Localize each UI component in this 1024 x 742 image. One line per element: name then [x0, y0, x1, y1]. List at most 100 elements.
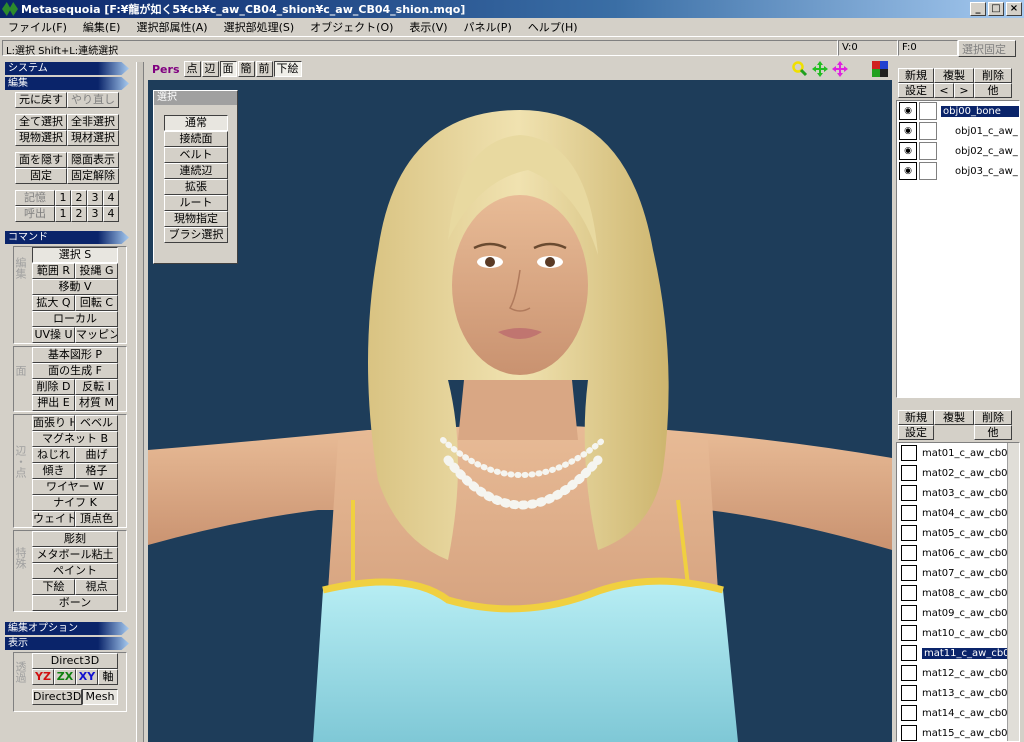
magnet-tool-button[interactable]: マグネット B	[32, 431, 118, 447]
select-mode-normal[interactable]: 通常	[164, 115, 228, 131]
lock-selection-button[interactable]: 選択固定	[958, 39, 1016, 57]
fix-button[interactable]: 固定	[15, 168, 67, 184]
selection-palette-title[interactable]: 選択	[154, 91, 237, 105]
menu-view[interactable]: 表示(V)	[401, 19, 455, 35]
material-visible-checkbox[interactable]	[901, 705, 917, 721]
visibility-eye-icon[interactable]: ◉	[899, 102, 917, 120]
lock-checkbox[interactable]	[919, 122, 937, 140]
scale-tool-button[interactable]: 拡大 Q	[32, 295, 75, 311]
object-row[interactable]: ◉ obj03_c_aw_	[897, 161, 1019, 181]
redo-button[interactable]: やり直し	[67, 92, 119, 108]
direct3d-mode-button[interactable]: Direct3D	[32, 689, 82, 705]
memory-button[interactable]: 記憶	[15, 190, 55, 206]
3d-viewport[interactable]	[148, 80, 892, 742]
recall-button[interactable]: 呼出	[15, 206, 55, 222]
lattice-tool-button[interactable]: 格子	[75, 463, 118, 479]
object-row[interactable]: ◉ obj00_bone	[897, 101, 1019, 121]
zoom-icon[interactable]	[792, 61, 808, 77]
material-row[interactable]: mat06_c_aw_cb0	[897, 543, 1019, 563]
material-other-button[interactable]: 他	[974, 425, 1012, 440]
material-visible-checkbox[interactable]	[901, 505, 917, 521]
material-row[interactable]: mat03_c_aw_cb0	[897, 483, 1019, 503]
memory-slot-4[interactable]: 4	[103, 190, 119, 206]
projection-mode[interactable]: Pers	[152, 63, 180, 76]
select-current-object-button[interactable]: 現物選択	[15, 130, 67, 146]
material-delete-button[interactable]: 削除	[974, 410, 1012, 425]
recall-slot-4[interactable]: 4	[103, 206, 119, 222]
material-visible-checkbox[interactable]	[901, 645, 917, 661]
material-row[interactable]: mat15_c_aw_cb0	[897, 723, 1019, 741]
material-tool-button[interactable]: 材質 M	[75, 395, 118, 411]
mesh-button[interactable]: Mesh	[82, 689, 118, 705]
section-display[interactable]: 表示	[5, 637, 129, 650]
menu-file[interactable]: ファイル(F)	[0, 19, 75, 35]
lasso-tool-button[interactable]: 投縄 G	[75, 263, 118, 279]
viewpoint-tool-button[interactable]: 視点	[75, 579, 118, 595]
lock-checkbox[interactable]	[919, 162, 937, 180]
close-button[interactable]: ×	[1006, 2, 1022, 16]
flip-tool-button[interactable]: 反転 I	[75, 379, 118, 395]
select-mode-continuous-edge[interactable]: 連続辺	[164, 163, 228, 179]
select-tool-button[interactable]: 選択 S	[32, 247, 118, 263]
material-row[interactable]: mat08_c_aw_cb0	[897, 583, 1019, 603]
menu-select-attr[interactable]: 選択部属性(A)	[128, 19, 215, 35]
show-faces-button[interactable]: 面	[219, 61, 237, 77]
material-visible-checkbox[interactable]	[901, 585, 917, 601]
material-row[interactable]: mat13_c_aw_cb0	[897, 683, 1019, 703]
menu-panel[interactable]: パネル(P)	[456, 19, 520, 35]
material-visible-checkbox[interactable]	[901, 665, 917, 681]
face-stretch-tool-button[interactable]: 面張り H	[32, 415, 75, 431]
paint-tool-button[interactable]: ペイント	[32, 563, 118, 579]
lock-checkbox[interactable]	[919, 102, 937, 120]
material-copy-button[interactable]: 複製	[934, 410, 974, 425]
simple-display-button[interactable]: 簡	[237, 61, 255, 77]
tilt-tool-button[interactable]: 傾き	[32, 463, 75, 479]
material-visible-checkbox[interactable]	[901, 625, 917, 641]
material-row[interactable]: mat12_c_aw_cb0	[897, 663, 1019, 683]
material-row[interactable]: mat09_c_aw_cb0	[897, 603, 1019, 623]
hide-faces-button[interactable]: 面を隠す	[15, 152, 67, 168]
material-visible-checkbox[interactable]	[901, 465, 917, 481]
wire-tool-button[interactable]: ワイヤー W	[32, 479, 118, 495]
menu-edit[interactable]: 編集(E)	[75, 19, 129, 35]
select-all-button[interactable]: 全て選択	[15, 114, 67, 130]
object-new-button[interactable]: 新規	[898, 68, 934, 83]
mapping-tool-button[interactable]: マッピング	[75, 327, 118, 343]
bevel-tool-button[interactable]: ベベル	[75, 415, 118, 431]
delete-tool-button[interactable]: 削除 D	[32, 379, 75, 395]
material-list-scrollbar[interactable]	[1007, 443, 1019, 741]
object-prev-button[interactable]: <	[934, 83, 954, 98]
material-visible-checkbox[interactable]	[901, 525, 917, 541]
sculpt-tool-button[interactable]: 彫刻	[32, 531, 118, 547]
material-visible-checkbox[interactable]	[901, 445, 917, 461]
object-list[interactable]: ◉ obj00_bone ◉ obj01_c_aw_ ◉ obj02_c_aw_…	[896, 100, 1020, 398]
select-mode-brush[interactable]: ブラシ選択	[164, 227, 228, 243]
select-mode-expand[interactable]: 拡張	[164, 179, 228, 195]
material-row[interactable]: mat05_c_aw_cb0	[897, 523, 1019, 543]
recall-slot-1[interactable]: 1	[55, 206, 71, 222]
section-command[interactable]: コマンド	[5, 231, 129, 244]
bend-tool-button[interactable]: 曲げ	[75, 447, 118, 463]
deselect-all-button[interactable]: 全非選択	[67, 114, 119, 130]
material-visible-checkbox[interactable]	[901, 685, 917, 701]
knife-tool-button[interactable]: ナイフ K	[32, 495, 118, 511]
material-visible-checkbox[interactable]	[901, 545, 917, 561]
axis-zx-button[interactable]: ZX	[54, 669, 76, 685]
vertex-color-tool-button[interactable]: 頂点色	[75, 511, 118, 527]
section-edit[interactable]: 編集	[5, 77, 129, 90]
underlay-tool-button[interactable]: 下絵	[32, 579, 75, 595]
weight-tool-button[interactable]: ウェイト	[32, 511, 75, 527]
memory-slot-1[interactable]: 1	[55, 190, 71, 206]
memory-slot-3[interactable]: 3	[87, 190, 103, 206]
color-grid-icon[interactable]	[872, 61, 888, 77]
section-system[interactable]: システム	[5, 62, 129, 75]
object-other-button[interactable]: 他	[974, 83, 1012, 98]
primitive-tool-button[interactable]: 基本図形 P	[32, 347, 118, 363]
object-next-button[interactable]: >	[954, 83, 974, 98]
section-edit-option[interactable]: 編集オプション	[5, 622, 129, 635]
visibility-eye-icon[interactable]: ◉	[899, 142, 917, 160]
left-panel-scrollbar[interactable]	[136, 62, 144, 742]
maximize-button[interactable]: □	[988, 2, 1004, 16]
select-mode-connected-face[interactable]: 接続面	[164, 131, 228, 147]
material-list[interactable]: mat01_c_aw_cb0 mat02_c_aw_cb0 mat03_c_aw…	[896, 442, 1020, 742]
